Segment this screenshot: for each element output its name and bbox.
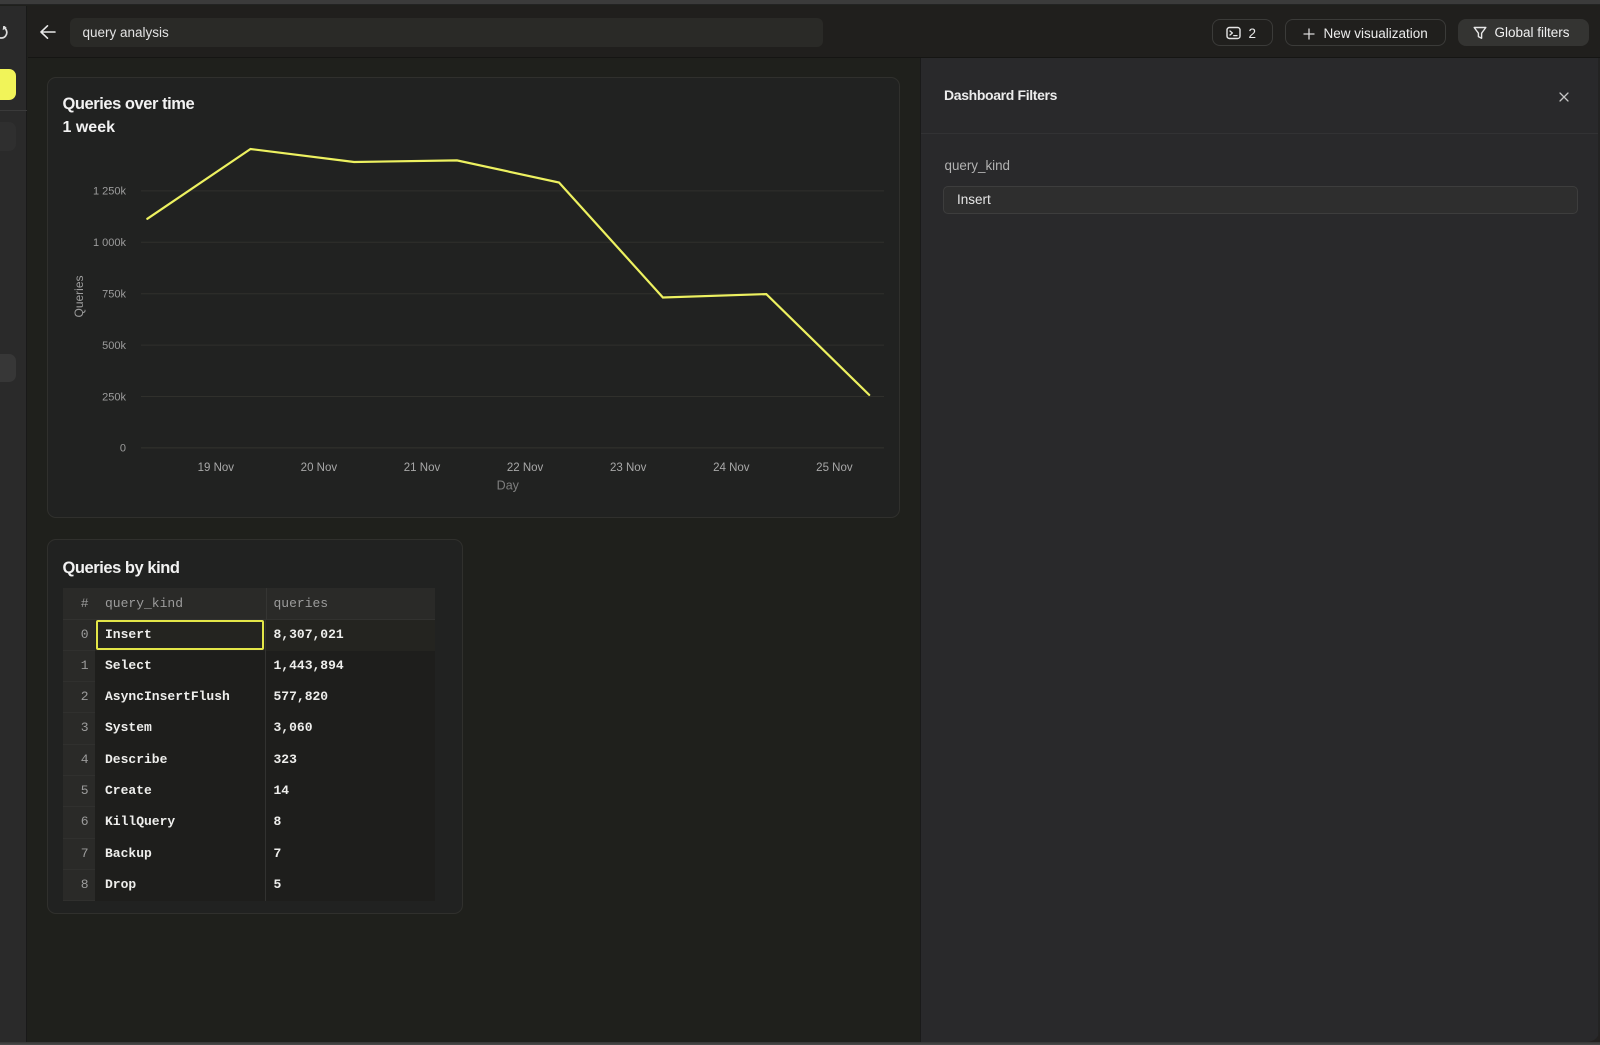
svg-text:0: 0: [119, 442, 125, 454]
svg-text:23 Nov: 23 Nov: [609, 462, 646, 474]
svg-text:19 Nov: 19 Nov: [197, 462, 234, 474]
svg-text:500k: 500k: [102, 339, 126, 351]
svg-text:250k: 250k: [102, 391, 126, 403]
svg-text:1 000k: 1 000k: [92, 237, 126, 249]
svg-text:Day: Day: [496, 478, 519, 492]
svg-text:750k: 750k: [102, 288, 126, 300]
svg-text:21 Nov: 21 Nov: [403, 462, 440, 474]
svg-text:1 250k: 1 250k: [92, 185, 126, 197]
svg-text:Queries: Queries: [72, 275, 86, 317]
svg-text:24 Nov: 24 Nov: [713, 462, 750, 474]
svg-text:22 Nov: 22 Nov: [506, 462, 543, 474]
svg-text:20 Nov: 20 Nov: [300, 462, 337, 474]
svg-text:25 Nov: 25 Nov: [816, 462, 853, 474]
